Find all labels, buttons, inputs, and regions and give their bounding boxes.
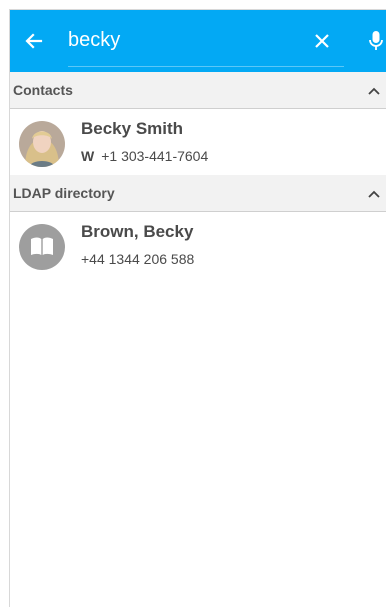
contact-name: Becky Smith	[81, 119, 184, 138]
phone-number: +1 303-441-7604	[101, 148, 209, 164]
phone-type-label: W	[81, 148, 95, 164]
arrow-left-icon	[25, 33, 43, 49]
contact-phone-line: W +1 303-441-7604	[81, 148, 208, 164]
search-input-underline	[68, 66, 344, 67]
photo-avatar	[19, 121, 65, 167]
section-title: Contacts	[13, 82, 73, 98]
close-icon	[315, 34, 329, 48]
search-bar: becky	[10, 10, 386, 72]
directory-book-icon	[19, 224, 65, 270]
search-input[interactable]: becky	[68, 28, 120, 52]
contact-result-row[interactable]: Becky Smith W +1 303-441-7604	[10, 109, 386, 175]
section-header-ldap[interactable]: LDAP directory	[10, 175, 386, 212]
app-window: becky Contacts Becky Smith W +1 303-441-…	[9, 9, 386, 607]
chevron-up-icon[interactable]	[366, 187, 382, 201]
ldap-result-row[interactable]: Brown, Becky +44 1344 206 588	[10, 212, 386, 278]
chevron-up-icon[interactable]	[366, 84, 382, 98]
phone-number: +44 1344 206 588	[81, 251, 195, 267]
section-header-contacts[interactable]: Contacts	[10, 72, 386, 109]
clear-search-button[interactable]	[306, 25, 338, 57]
section-title: LDAP directory	[13, 185, 115, 201]
back-button[interactable]	[18, 25, 50, 57]
microphone-icon	[369, 31, 383, 50]
voice-search-button[interactable]	[362, 25, 386, 57]
ldap-contact-name: Brown, Becky	[81, 222, 194, 241]
